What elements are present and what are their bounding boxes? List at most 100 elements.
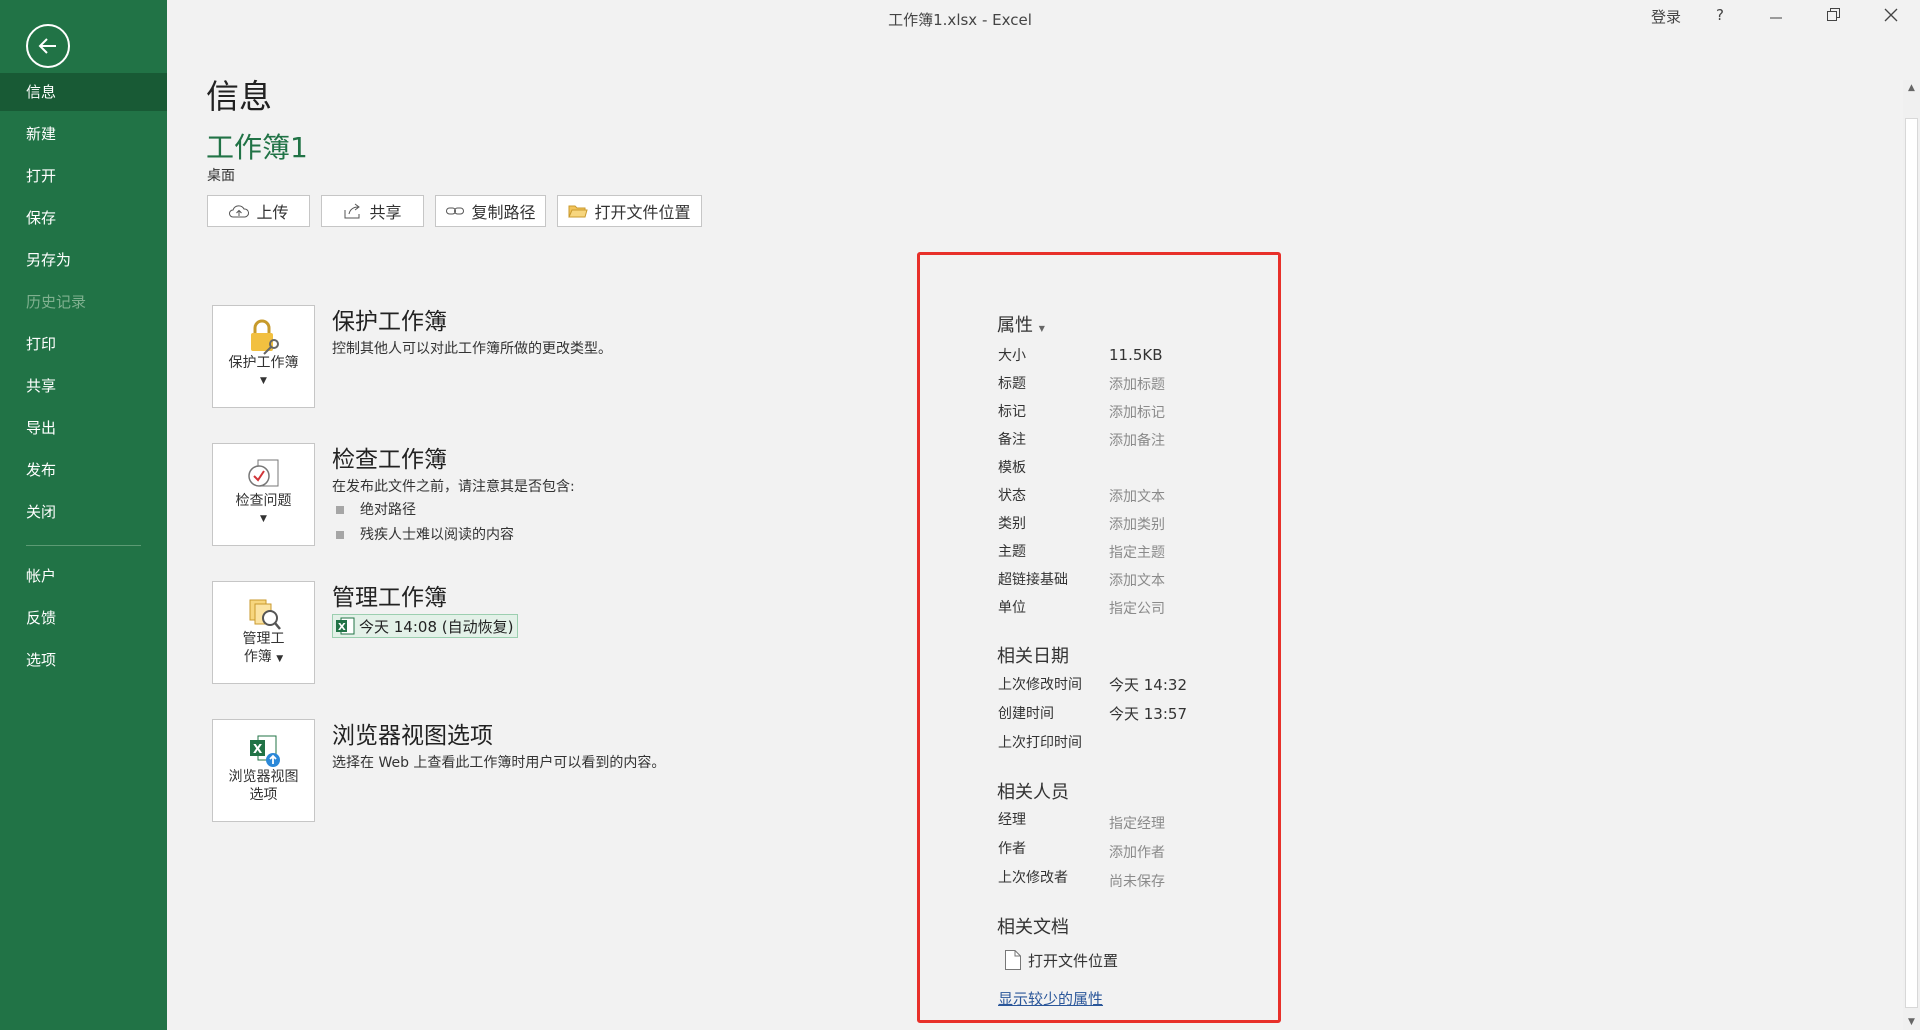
- nav-publish[interactable]: 发布: [0, 451, 167, 489]
- date-value-modified: 今天 14:32: [1109, 676, 1187, 694]
- nav-divider: [26, 545, 141, 546]
- dropdown-caret-icon: ▼: [260, 376, 267, 386]
- share-button[interactable]: 共享: [321, 195, 424, 227]
- open-file-location-button[interactable]: 打开文件位置: [557, 195, 702, 227]
- share-label: 共享: [369, 203, 402, 222]
- excel-web-icon: X: [249, 735, 280, 767]
- inspect-bullet-text: 绝对路径: [360, 502, 416, 518]
- copy-path-label: 复制路径: [471, 203, 536, 222]
- upload-button[interactable]: 上传: [207, 195, 310, 227]
- nav-account[interactable]: 帐户: [0, 557, 167, 595]
- nav-feedback[interactable]: 反馈: [0, 599, 167, 637]
- close-window-button[interactable]: [1881, 2, 1901, 30]
- scroll-up-icon[interactable]: ▲: [1903, 80, 1920, 96]
- nav-open[interactable]: 打开: [0, 157, 167, 195]
- properties-heading-text: 属性: [997, 315, 1033, 336]
- show-fewer-properties-link[interactable]: 显示较少的属性: [998, 988, 1103, 1009]
- manage-workbook-card-label-2: 作簿 ▼: [213, 648, 314, 668]
- workbook-name: 工作簿1: [206, 131, 308, 164]
- bullet-icon: [336, 506, 344, 514]
- check-issues-card-label: 检查问题: [235, 493, 292, 509]
- people-label-manager: 经理: [998, 812, 1026, 828]
- scroll-down-icon[interactable]: ▼: [1903, 1014, 1920, 1030]
- nav-save-as[interactable]: 另存为: [0, 241, 167, 279]
- nav-options[interactable]: 选项: [0, 641, 167, 679]
- prop-value-status[interactable]: 添加文本: [1109, 486, 1165, 506]
- vertical-scrollbar[interactable]: ▲ ▼: [1903, 80, 1920, 1030]
- date-label-printed: 上次打印时间: [998, 735, 1082, 751]
- properties-heading[interactable]: 属性 ▼: [997, 311, 1045, 337]
- prop-label-status: 状态: [998, 488, 1026, 504]
- related-open-file-location-label: 打开文件位置: [1028, 951, 1119, 970]
- nav-share[interactable]: 共享: [0, 367, 167, 405]
- protect-workbook-desc: 控制其他人可以对此工作簿所做的更改类型。: [332, 341, 612, 357]
- help-button[interactable]: ?: [1716, 6, 1724, 24]
- check-issues-card[interactable]: 检查问题 ▼: [212, 443, 315, 546]
- scrollbar-thumb[interactable]: [1905, 118, 1918, 1008]
- nav-close[interactable]: 关闭: [0, 493, 167, 531]
- prop-label-category: 类别: [998, 516, 1026, 532]
- restore-icon: [1827, 8, 1840, 21]
- related-people-heading: 相关人员: [997, 782, 1069, 803]
- people-label-author: 作者: [998, 841, 1026, 857]
- close-icon: [1884, 8, 1898, 22]
- browser-view-options-card[interactable]: X 浏览器视图 选项: [212, 719, 315, 822]
- svg-text:X: X: [338, 622, 346, 633]
- people-value-manager[interactable]: 指定经理: [1109, 813, 1165, 833]
- copy-path-button[interactable]: 复制路径: [435, 195, 546, 227]
- prop-label-size: 大小: [998, 348, 1026, 364]
- people-label-last-modified-by: 上次修改者: [998, 870, 1068, 886]
- dropdown-caret-icon: ▼: [260, 514, 267, 524]
- date-label-modified: 上次修改时间: [998, 677, 1082, 693]
- folder-icon: [568, 205, 589, 218]
- manage-workbook-card-label: 管理工: [242, 631, 285, 647]
- share-icon: [344, 203, 361, 219]
- upload-label: 上传: [256, 203, 289, 222]
- people-value-last-modified-by: 尚未保存: [1109, 874, 1165, 890]
- browser-view-card-label-2: 选项: [249, 787, 278, 803]
- inspect-bullet: 残疾人士难以阅读的内容: [336, 524, 514, 544]
- manage-workbook-card[interactable]: 管理工 作簿 ▼: [212, 581, 315, 684]
- inspect-bullet-text: 残疾人士难以阅读的内容: [360, 527, 514, 543]
- prop-label-template: 模板: [998, 460, 1026, 476]
- prop-value-tags[interactable]: 添加标记: [1109, 402, 1165, 422]
- prop-value-comments[interactable]: 添加备注: [1109, 430, 1165, 450]
- prop-label-subject: 主题: [998, 544, 1026, 560]
- related-dates-heading: 相关日期: [997, 646, 1069, 667]
- people-value-author[interactable]: 添加作者: [1109, 842, 1165, 862]
- autorecover-version-item[interactable]: X 今天 14:08 (自动恢复): [332, 614, 519, 638]
- minimize-icon: [1770, 17, 1782, 19]
- nav-print[interactable]: 打印: [0, 325, 167, 363]
- manage-workbook-title: 管理工作簿: [332, 585, 447, 611]
- nav-info[interactable]: 信息: [0, 73, 167, 111]
- excel-file-icon: X: [336, 617, 355, 635]
- inspect-bullet: 绝对路径: [336, 499, 416, 519]
- cloud-upload-icon: [229, 205, 250, 218]
- back-button[interactable]: [26, 24, 70, 68]
- related-open-file-location[interactable]: 打开文件位置: [1004, 949, 1118, 971]
- page-title: 信息: [206, 77, 272, 116]
- prop-value-size: 11.5KB: [1109, 346, 1163, 364]
- prop-value-subject[interactable]: 指定主题: [1109, 542, 1165, 562]
- window-title: 工作簿1.xlsx - Excel: [888, 11, 1032, 29]
- prop-label-title: 标题: [998, 376, 1026, 392]
- minimize-button[interactable]: [1766, 2, 1786, 30]
- nav-new[interactable]: 新建: [0, 115, 167, 153]
- svg-text:X: X: [253, 742, 263, 756]
- prop-label-company: 单位: [998, 600, 1026, 616]
- nav-save[interactable]: 保存: [0, 199, 167, 237]
- protect-workbook-card[interactable]: 保护工作簿 ▼: [212, 305, 315, 408]
- sign-in-link[interactable]: 登录: [1651, 6, 1681, 27]
- prop-value-company[interactable]: 指定公司: [1109, 598, 1165, 618]
- prop-label-tags: 标记: [998, 404, 1026, 420]
- document-icon: [1005, 950, 1021, 970]
- prop-value-category[interactable]: 添加类别: [1109, 514, 1165, 534]
- inspect-workbook-desc: 在发布此文件之前，请注意其是否包含:: [332, 479, 575, 495]
- nav-export[interactable]: 导出: [0, 409, 167, 447]
- browser-view-title: 浏览器视图选项: [332, 723, 493, 749]
- manage-versions-icon: [249, 599, 281, 630]
- restore-button[interactable]: [1823, 2, 1843, 30]
- date-label-created: 创建时间: [998, 706, 1054, 722]
- prop-value-hyperlink-base[interactable]: 添加文本: [1109, 570, 1165, 590]
- prop-value-title[interactable]: 添加标题: [1109, 374, 1165, 394]
